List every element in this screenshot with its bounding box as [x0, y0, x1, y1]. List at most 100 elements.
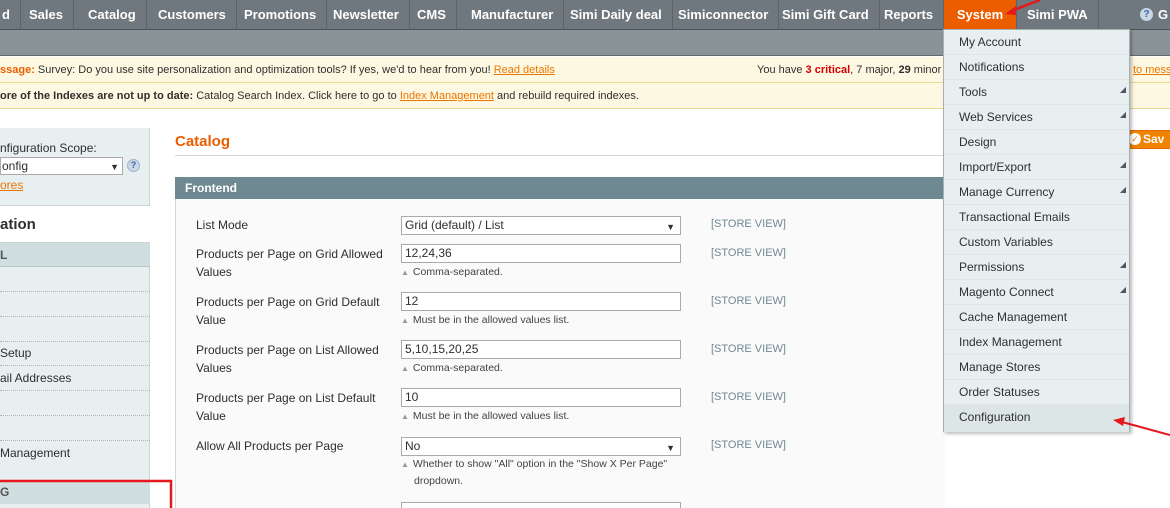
nav-item-reports[interactable]: Reports: [874, 0, 945, 30]
menu-item-order-statuses[interactable]: Order Statuses: [944, 380, 1129, 405]
note-text: Comma-separated.: [412, 362, 503, 374]
chevron-down-icon: ▼: [110, 162, 119, 172]
scope-select-value: onfig: [2, 159, 29, 173]
sidebar-group-catalog[interactable]: G: [0, 480, 150, 504]
nav-item-system[interactable]: System: [944, 0, 1017, 30]
manage-stores-link[interactable]: ores: [0, 178, 23, 192]
menu-item-web-services[interactable]: Web Services ◢: [944, 105, 1129, 130]
field-note: ▲ Comma-separated.: [401, 264, 503, 281]
menu-item-manage-currency[interactable]: Manage Currency ◢: [944, 180, 1129, 205]
note-text: Comma-separated.: [412, 266, 503, 278]
sidebar-item[interactable]: [0, 292, 150, 317]
menu-item-label: Index Management: [959, 335, 1062, 349]
nav-item-catalog[interactable]: Catalog: [78, 0, 147, 30]
index-warning-tail: and rebuild required indexes.: [493, 90, 639, 102]
scope-indicator: [STORE VIEW]: [711, 391, 786, 403]
select-value: No: [405, 439, 421, 453]
field-note: ▲ Must be in the allowed values list.: [401, 312, 569, 329]
sidebar-item-management[interactable]: Management: [0, 441, 150, 466]
scope-indicator: [STORE VIEW]: [711, 295, 786, 307]
read-details-link[interactable]: Read details: [494, 64, 555, 76]
menu-item-label: Manage Currency: [959, 185, 1055, 199]
index-warning-strong: ore of the Indexes are not up to date:: [0, 90, 194, 102]
minor-count: 29: [898, 64, 911, 76]
menu-item-design[interactable]: Design: [944, 130, 1129, 155]
menu-item-label: Transactional Emails: [959, 210, 1070, 224]
menu-item-configuration[interactable]: Configuration: [944, 405, 1129, 432]
nav-item-simi-gift-card[interactable]: Simi Gift Card: [772, 0, 880, 30]
sidebar-item-setup[interactable]: Setup: [0, 341, 150, 366]
menu-item-label: Cache Management: [959, 310, 1068, 324]
scope-indicator: [STORE VIEW]: [711, 343, 786, 355]
submenu-arrow-icon: ◢: [1119, 85, 1126, 94]
select-value: Grid (default) / List: [405, 218, 504, 232]
nav-item-simi-daily-deal[interactable]: Simi Daily deal: [560, 0, 673, 30]
scope-indicator: [STORE VIEW]: [711, 439, 786, 451]
sidebar-item[interactable]: [0, 416, 150, 441]
field-label: Allow All Products per Page: [196, 439, 344, 453]
field-note: ▲ Comma-separated.: [401, 360, 503, 377]
menu-item-label: Permissions: [959, 260, 1025, 274]
sidebar-item[interactable]: [0, 391, 150, 416]
go-to-messages-link[interactable]: to mess: [1133, 57, 1170, 82]
sidebar-item[interactable]: [0, 317, 150, 342]
system-message: ssage: Survey: Do you use site personali…: [0, 57, 555, 82]
help-icon[interactable]: ?: [1140, 8, 1153, 21]
menu-item-import-export[interactable]: Import/Export ◢: [944, 155, 1129, 180]
sidebar-item-email-addresses[interactable]: ail Addresses: [0, 366, 150, 391]
menu-item-custom-variables[interactable]: Custom Variables: [944, 230, 1129, 255]
menu-item-index-management[interactable]: Index Management: [944, 330, 1129, 355]
nav-item-simi-pwa[interactable]: Simi PWA: [1017, 0, 1099, 30]
nav-item-newsletter[interactable]: Newsletter: [323, 0, 410, 30]
nav-item-simiconnector[interactable]: Simiconnector: [668, 0, 780, 30]
page-title: Catalog: [175, 133, 231, 150]
menu-item-notifications[interactable]: Notifications: [944, 55, 1129, 80]
scope-label: nfiguration Scope:: [0, 141, 97, 155]
menu-item-tools[interactable]: Tools ◢: [944, 80, 1129, 105]
field-note-continued: dropdown.: [414, 475, 464, 487]
submenu-arrow-icon: ◢: [1119, 260, 1126, 269]
scope-help-icon[interactable]: ?: [127, 159, 140, 172]
menu-item-label: Configuration: [959, 410, 1031, 424]
list-allowed-values-input[interactable]: 5,10,15,20,25: [401, 340, 681, 359]
field-label: Products per Page on Grid Allowed Values: [196, 247, 383, 279]
critical-count: 3 critical: [805, 64, 851, 76]
partial-input[interactable]: [401, 502, 681, 508]
nav-item-customers[interactable]: Customers: [148, 0, 237, 30]
sidebar-group-general[interactable]: L: [0, 243, 150, 267]
nav-item-partial[interactable]: d: [0, 0, 21, 30]
note-text: Whether to show "All" option in the "Sho…: [412, 458, 668, 470]
save-config-button[interactable]: ✓ Sav: [1124, 130, 1170, 149]
list-default-value-input[interactable]: 10: [401, 388, 681, 407]
sidebar-item[interactable]: [0, 267, 150, 292]
nav-item-cms[interactable]: CMS: [407, 0, 457, 30]
menu-item-my-account[interactable]: My Account: [944, 30, 1129, 55]
nav-item-promotions[interactable]: Promotions: [234, 0, 328, 30]
menu-item-label: Manage Stores: [959, 360, 1041, 374]
nav-item-manufacturer[interactable]: Manufacturer: [461, 0, 565, 30]
scope-select[interactable]: onfig ▼: [0, 157, 123, 175]
top-navigation-bar: d Sales Catalog Customers Promotions New…: [0, 0, 1170, 30]
scope-indicator: [STORE VIEW]: [711, 218, 786, 230]
grid-default-value-input[interactable]: 12: [401, 292, 681, 311]
nav-item-sales[interactable]: Sales: [19, 0, 74, 30]
help-label[interactable]: G: [1158, 0, 1168, 30]
summary-major: , 7 major,: [850, 64, 899, 76]
menu-item-transactional-emails[interactable]: Transactional Emails: [944, 205, 1129, 230]
index-warning-text: Catalog Search Index. Click here to go t…: [193, 90, 400, 102]
index-management-link[interactable]: Index Management: [400, 90, 494, 102]
triangle-icon: ▲: [401, 460, 409, 469]
grid-allowed-values-input[interactable]: 12,24,36: [401, 244, 681, 263]
menu-item-permissions[interactable]: Permissions ◢: [944, 255, 1129, 280]
fieldset-header-frontend[interactable]: Frontend: [175, 177, 945, 199]
menu-item-cache-management[interactable]: Cache Management: [944, 305, 1129, 330]
menu-item-label: Notifications: [959, 60, 1025, 74]
menu-item-manage-stores[interactable]: Manage Stores: [944, 355, 1129, 380]
menu-item-label: Tools: [959, 85, 988, 99]
allow-all-products-select[interactable]: No ▼: [401, 437, 681, 456]
triangle-icon: ▲: [401, 316, 409, 325]
list-mode-select[interactable]: Grid (default) / List ▼: [401, 216, 681, 235]
menu-item-magento-connect[interactable]: Magento Connect ◢: [944, 280, 1129, 305]
field-label: Products per Page on List Default Value: [196, 391, 376, 423]
field-label: Products per Page on List Allowed Values: [196, 343, 379, 375]
